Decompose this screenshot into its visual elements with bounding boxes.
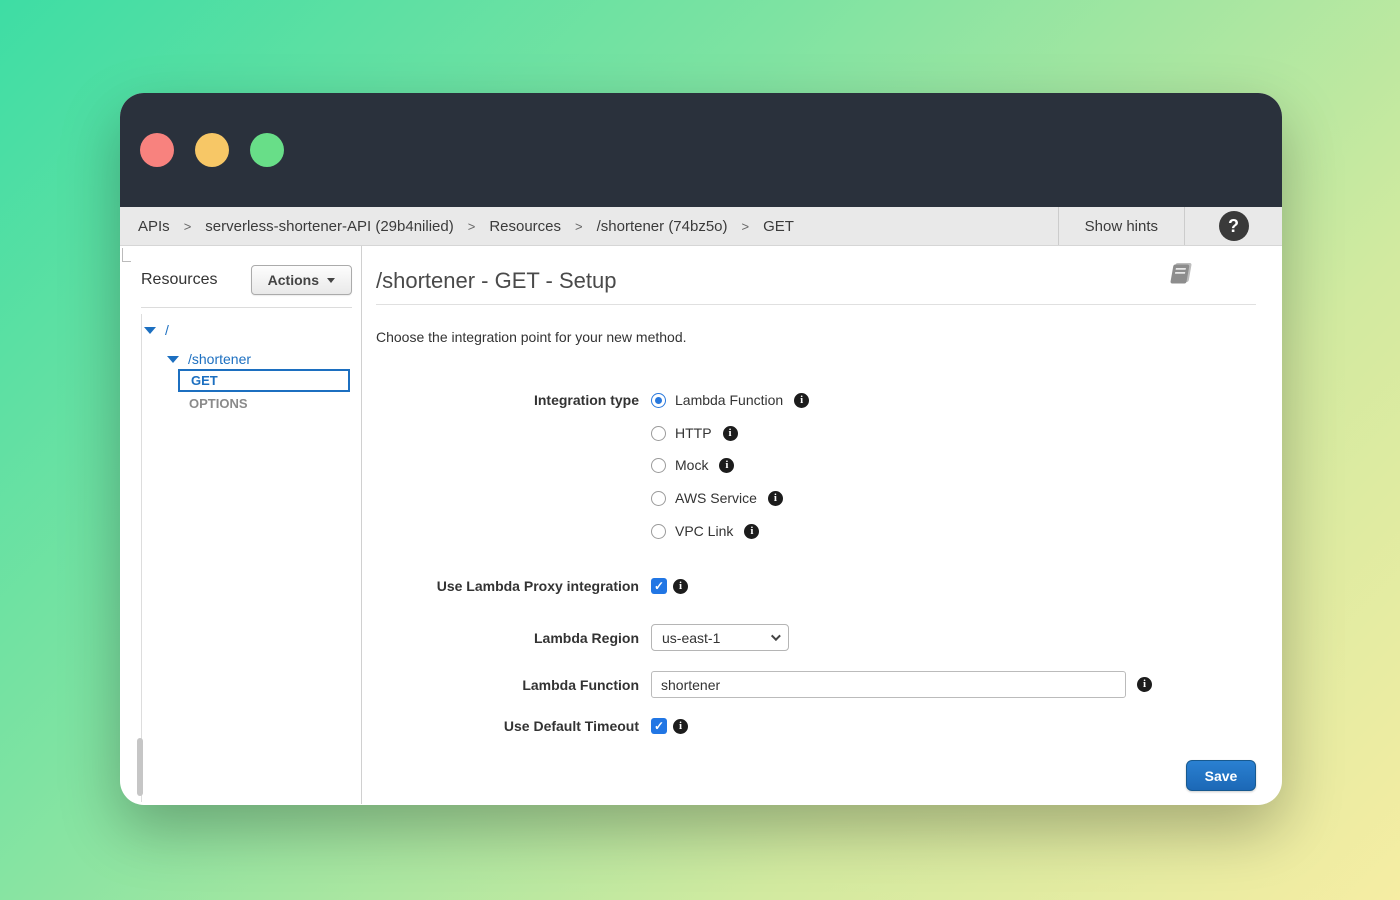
close-window-button[interactable] (140, 133, 174, 167)
resources-sidebar: Resources Actions / /shortener GET OPTIO… (120, 246, 361, 804)
actions-button[interactable]: Actions (251, 265, 352, 295)
default-timeout-checkbox[interactable]: ✓ (651, 718, 667, 734)
info-icon[interactable]: i (794, 393, 809, 408)
radio-aws-service[interactable] (651, 491, 666, 506)
tree-item-shortener[interactable]: /shortener (167, 351, 251, 367)
show-hints-button[interactable]: Show hints (1058, 207, 1184, 245)
radio-option-label: Lambda Function (675, 392, 783, 408)
show-hints-label: Show hints (1085, 218, 1158, 235)
tree-item-root[interactable]: / (144, 322, 169, 338)
breadcrumb-separator: > (468, 219, 476, 234)
page-title: /shortener - GET - Setup (376, 268, 616, 294)
sidebar-title: Resources (141, 271, 217, 289)
breadcrumb-separator: > (575, 219, 583, 234)
expand-triangle-icon[interactable] (167, 356, 179, 363)
chevron-down-icon (771, 631, 781, 641)
lambda-region-select[interactable]: us-east-1 (651, 624, 789, 651)
radio-mock[interactable] (651, 458, 666, 473)
lambda-function-input[interactable] (651, 671, 1126, 698)
integration-type-label: Integration type (362, 392, 639, 408)
chevron-down-icon (327, 278, 335, 283)
help-icon[interactable]: ? (1219, 211, 1249, 241)
zoom-window-button[interactable] (250, 133, 284, 167)
info-icon[interactable]: i (1137, 677, 1152, 692)
content-area: Resources Actions / /shortener GET OPTIO… (120, 246, 1282, 804)
breadcrumb: APIs > serverless-shortener-API (29b4nil… (120, 207, 1058, 245)
tree-item-get-selected[interactable]: GET (178, 369, 350, 392)
breadcrumb-method[interactable]: GET (763, 218, 794, 235)
help-area: ? (1184, 207, 1282, 245)
info-icon[interactable]: i (673, 719, 688, 734)
breadcrumb-separator: > (742, 219, 750, 234)
tree-item-label: /shortener (188, 351, 251, 367)
browser-window: APIs > serverless-shortener-API (29b4nil… (120, 93, 1282, 805)
setup-description: Choose the integration point for your ne… (376, 329, 687, 345)
radio-option-label: VPC Link (675, 523, 733, 539)
breadcrumb-api-name[interactable]: serverless-shortener-API (29b4nilied) (205, 218, 453, 235)
breadcrumb-bar: APIs > serverless-shortener-API (29b4nil… (120, 207, 1282, 246)
radio-option-label: HTTP (675, 425, 712, 441)
lambda-region-value: us-east-1 (662, 630, 720, 646)
lambda-function-label: Lambda Function (362, 677, 639, 693)
info-icon[interactable]: i (744, 524, 759, 539)
lambda-region-label: Lambda Region (362, 630, 639, 646)
info-icon[interactable]: i (673, 579, 688, 594)
proxy-integration-label: Use Lambda Proxy integration (362, 578, 639, 594)
tree-item-label: / (165, 322, 169, 338)
proxy-integration-checkbox[interactable]: ✓ (651, 578, 667, 594)
radio-lambda-function[interactable] (651, 393, 666, 408)
sidebar-divider (141, 307, 352, 308)
info-icon[interactable]: i (719, 458, 734, 473)
documentation-book-icon[interactable] (1167, 262, 1193, 289)
info-icon[interactable]: i (723, 426, 738, 441)
minimize-window-button[interactable] (195, 133, 229, 167)
save-button[interactable]: Save (1186, 760, 1256, 791)
radio-http[interactable] (651, 426, 666, 441)
title-divider (376, 304, 1256, 305)
window-titlebar (120, 93, 1282, 207)
radio-vpc-link[interactable] (651, 524, 666, 539)
radio-option-label: Mock (675, 457, 708, 473)
breadcrumb-apis[interactable]: APIs (138, 218, 170, 235)
info-icon[interactable]: i (768, 491, 783, 506)
radio-option-label: AWS Service (675, 490, 757, 506)
breadcrumb-resources[interactable]: Resources (489, 218, 561, 235)
expand-triangle-icon[interactable] (144, 327, 156, 334)
breadcrumb-resource-path[interactable]: /shortener (74bz5o) (597, 218, 728, 235)
default-timeout-label: Use Default Timeout (362, 718, 639, 734)
actions-button-label: Actions (268, 272, 319, 288)
breadcrumb-separator: > (184, 219, 192, 234)
method-setup-panel: /shortener - GET - Setup Choose the inte… (361, 246, 1282, 804)
tree-item-label: GET (191, 373, 218, 388)
tree-item-options[interactable]: OPTIONS (189, 396, 248, 411)
